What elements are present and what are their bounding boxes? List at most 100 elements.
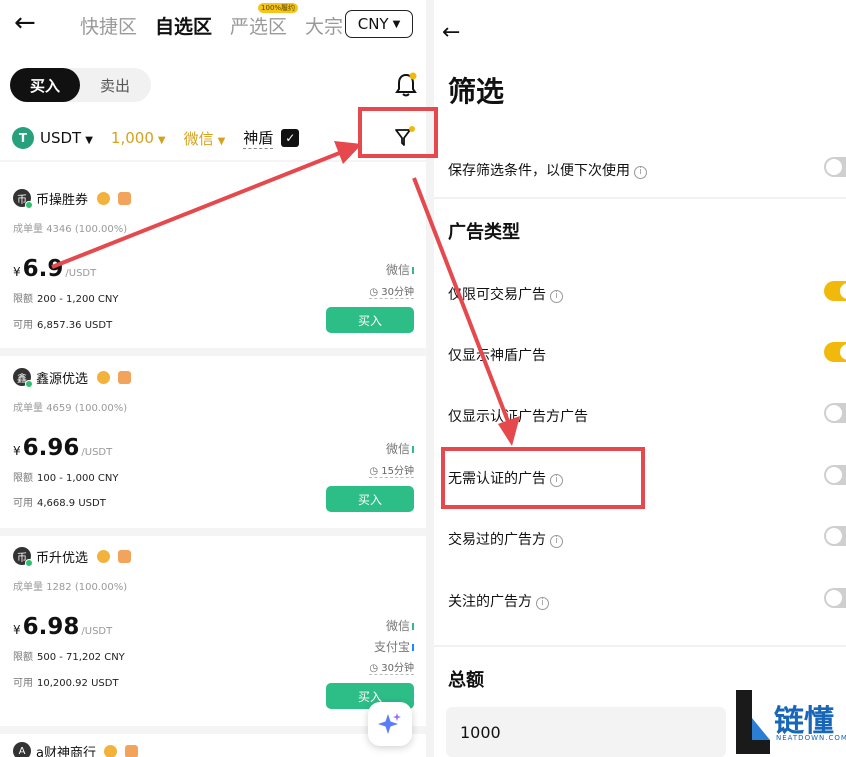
payment-method: 支付宝 [374,638,414,655]
traded-toggle[interactable] [824,526,846,546]
order-stats: 成单量 4659 (100.00%) [13,399,127,414]
logo-domain: NEATDOWN.COM [776,734,846,742]
tab-quick[interactable]: 快捷区 [80,12,137,39]
verified-badge-icon [97,371,110,384]
merchant-name[interactable]: 币操胜券 [36,189,88,208]
merchant-badge-icon [118,192,131,205]
merchant-name[interactable]: a财神商行 [36,742,96,757]
stats-value: 1282 (100.00%) [46,582,128,593]
followed-toggle[interactable] [824,588,846,608]
tab-favorites[interactable]: 自选区 [155,12,212,39]
coin-select[interactable]: USDT ▼ [40,129,93,147]
divider [434,197,846,199]
bell-icon[interactable] [394,72,418,98]
buy-button[interactable]: 买入 [326,486,414,512]
price-value: 6.96 [22,435,80,461]
info-icon[interactable]: i [634,166,647,179]
info-icon[interactable]: i [536,597,549,610]
verified-toggle[interactable] [824,403,846,423]
limit: 限额 100 - 1,000 CNY [13,469,118,484]
stats-value: 4346 (100.00%) [46,224,128,235]
divider [0,528,426,536]
time-value: 15分钟 [381,466,414,477]
option-label: 关注的广告方 i [448,591,549,611]
option-text: 仅限可交易广告 [448,287,546,303]
available-value: 10,200.92 USDT [37,678,119,689]
avatar: 鑫 [13,368,33,388]
avatar: 币 [13,547,33,567]
verified-badge-icon [104,745,117,757]
limit: 限额 200 - 1,200 CNY [13,290,118,305]
back-arrow-icon[interactable]: ← [442,22,460,44]
segment-sell[interactable]: 卖出 [80,68,150,102]
price-unit: /USDT [81,447,113,458]
payment-color-bar [412,446,414,453]
clock-icon: ◷ [369,663,379,674]
amount-input[interactable] [446,707,726,757]
filter-panel: ← 筛选 保存筛选条件，以便下次使用 i 广告类型 仅限可交易广告 i 仅显示神盾广… [434,0,846,757]
price-value: 6.9 [22,256,64,282]
merchant-card[interactable]: 鑫 鑫源优选 成单量 4659 (100.00%) ¥6.96/USDT 限额 1… [0,362,426,532]
buy-sell-toggle: 买入 卖出 [10,68,151,102]
payment-label: 支付宝 [373,640,410,654]
back-arrow-icon[interactable]: ← [14,10,36,36]
price-value: 6.98 [22,614,80,640]
info-icon[interactable]: i [550,290,563,303]
usdt-coin-icon: T [12,127,34,149]
buy-button[interactable]: 买入 [326,307,414,333]
tab-selected[interactable]: 严选区 100%履约 [230,2,299,39]
payment-method: 微信 [386,440,414,457]
no-verification-toggle[interactable] [824,465,846,485]
available-value: 6,857.36 USDT [37,320,113,331]
option-row-followed: 关注的广告方 i [448,585,846,615]
amount-select[interactable]: 1,000 ▼ [111,129,166,147]
divider [0,348,426,356]
tradable-toggle[interactable] [824,281,846,301]
segment-buy[interactable]: 买入 [10,68,80,102]
save-filter-toggle[interactable] [824,157,846,177]
stats-label: 成单量 [13,224,43,235]
limit-value: 200 - 1,200 CNY [37,294,119,305]
order-stats: 成单量 1282 (100.00%) [13,578,127,593]
verified-badge-icon [97,550,110,563]
time-value: 30分钟 [381,663,414,674]
limit-label: 限额 [13,294,33,305]
page-title: 筛选 [448,75,505,108]
ai-assistant-button[interactable] [368,702,412,746]
caret-down-icon: ▼ [217,135,226,147]
merchant-name[interactable]: 鑫源优选 [36,368,88,387]
currency-select[interactable]: CNY ▼ [345,10,413,38]
order-stats: 成单量 4346 (100.00%) [13,220,127,235]
divider [0,726,426,734]
highlight-box-filter [358,107,438,158]
currency-value: CNY [357,15,389,33]
shield-toggle[interactable] [824,342,846,362]
merchant-card[interactable]: 币 币升优选 成单量 1282 (100.00%) ¥6.98/USDT 限额 5… [0,541,426,731]
merchant-card[interactable]: 币 币操胜券 成单量 4346 (100.00%) ¥6.9/USDT 限额 20… [0,182,426,352]
online-dot [25,380,33,388]
divider [434,645,846,647]
price: ¥6.9/USDT [13,256,96,282]
option-row-verified: 仅显示认证广告方广告 [448,400,846,430]
available: 可用 10,200.92 USDT [13,674,119,689]
stats-value: 4659 (100.00%) [46,403,128,414]
info-icon[interactable]: i [550,535,563,548]
payment-select[interactable]: 微信 ▼ [184,128,226,149]
tab-bulk[interactable]: 大宗 [305,12,343,39]
limit-value: 500 - 71,202 CNY [37,652,125,663]
limit-label: 限额 [13,473,33,484]
price: ¥6.96/USDT [13,435,112,461]
section-amount: 总额 [448,670,484,691]
price-unit: /USDT [65,268,97,279]
option-text: 关注的广告方 [448,594,532,610]
currency-symbol: ¥ [13,623,21,637]
currency-symbol: ¥ [13,444,21,458]
verified-badge-icon [97,192,110,205]
merchant-card[interactable]: A a财神商行 [0,738,426,757]
time-value: 30分钟 [381,287,414,298]
merchant-name[interactable]: 币升优选 [36,547,88,566]
payment-label: 微信 [385,442,410,456]
shield-checkbox[interactable]: ✓ [281,129,300,147]
section-ad-type: 广告类型 [448,222,520,243]
payment-color-bar [412,644,414,651]
